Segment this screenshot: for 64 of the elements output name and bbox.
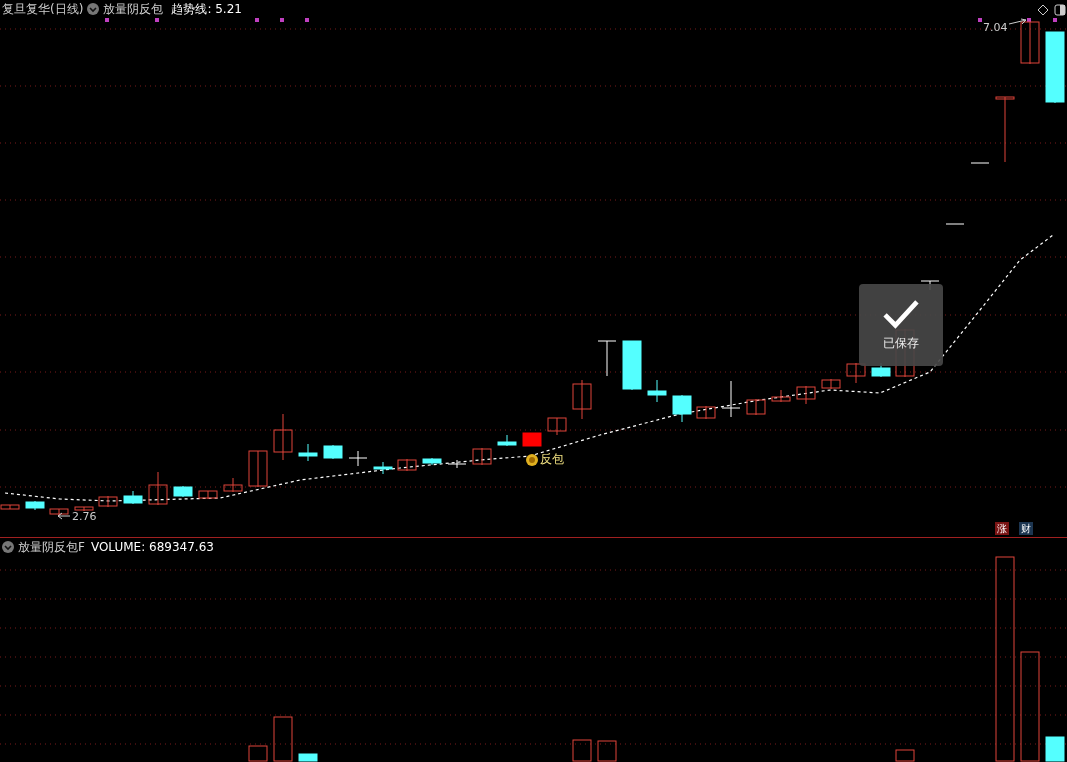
low-price-label: 2.76 — [72, 510, 97, 523]
candlestick — [746, 398, 766, 416]
volume-reading: VOLUME: 689347.63 — [90, 540, 214, 554]
candlestick — [572, 379, 592, 420]
volume-bar — [298, 753, 318, 762]
toast-text: 已保存 — [883, 334, 919, 352]
candlestick — [373, 461, 393, 475]
chevron-icon[interactable] — [87, 3, 100, 15]
volume-bar — [248, 745, 268, 762]
pointer-line — [1008, 18, 1027, 25]
candlestick — [796, 385, 816, 405]
candlestick — [323, 444, 343, 460]
candlestick — [721, 380, 741, 418]
candlestick — [995, 96, 1015, 163]
arrow-icon — [57, 512, 71, 520]
indicator-name: 放量阴反包 — [103, 2, 164, 16]
panel-toggle-icon[interactable] — [1054, 4, 1066, 16]
candlestick — [198, 490, 218, 500]
trend-reading: 趋势线: 5.21 — [171, 2, 242, 16]
candlestick — [298, 443, 318, 462]
candlestick — [0, 504, 20, 510]
candlestick — [1020, 21, 1040, 65]
signal-label: 反包 — [540, 451, 564, 468]
candlestick — [821, 378, 841, 390]
candlestick — [25, 500, 45, 511]
candlestick — [49, 508, 69, 517]
volume-bar — [597, 740, 617, 762]
candlestick — [672, 394, 692, 423]
candlestick — [846, 362, 866, 384]
candlestick — [273, 413, 293, 461]
candlestick — [397, 458, 417, 472]
candlestick — [223, 477, 243, 493]
badge[interactable]: 涨 — [995, 522, 1009, 535]
candlestick — [970, 162, 990, 164]
candlestick — [248, 450, 268, 488]
candlestick — [348, 450, 368, 467]
candlestick — [622, 340, 642, 391]
candlestick — [522, 432, 542, 447]
volume-bar — [273, 716, 293, 762]
candlestick — [422, 457, 442, 466]
candlestick — [173, 485, 193, 498]
badge[interactable]: 财 — [1019, 522, 1033, 535]
stock-title: 复旦复华(日线) — [2, 2, 84, 16]
candlestick — [597, 340, 617, 377]
candlestick — [696, 405, 716, 420]
candlestick — [148, 471, 168, 506]
candlestick — [547, 417, 567, 436]
candlestick — [447, 459, 467, 469]
candlestick — [472, 447, 492, 466]
chevron-icon[interactable] — [2, 541, 14, 553]
candlestick — [123, 490, 143, 505]
candlestick — [647, 379, 667, 403]
candlestick — [98, 495, 118, 508]
check-icon — [882, 298, 920, 329]
candlestick — [74, 506, 94, 512]
candlestick — [497, 434, 517, 447]
high-price-label: 7.04 — [983, 21, 1008, 34]
candlestick — [771, 389, 791, 403]
indicator-name: 放量阴反包F — [18, 540, 85, 554]
volume-bar — [1045, 736, 1065, 762]
diamond-icon[interactable] — [1037, 4, 1049, 16]
volume-bar — [895, 749, 915, 762]
volume-bar — [572, 739, 592, 762]
candlestick — [945, 223, 965, 225]
